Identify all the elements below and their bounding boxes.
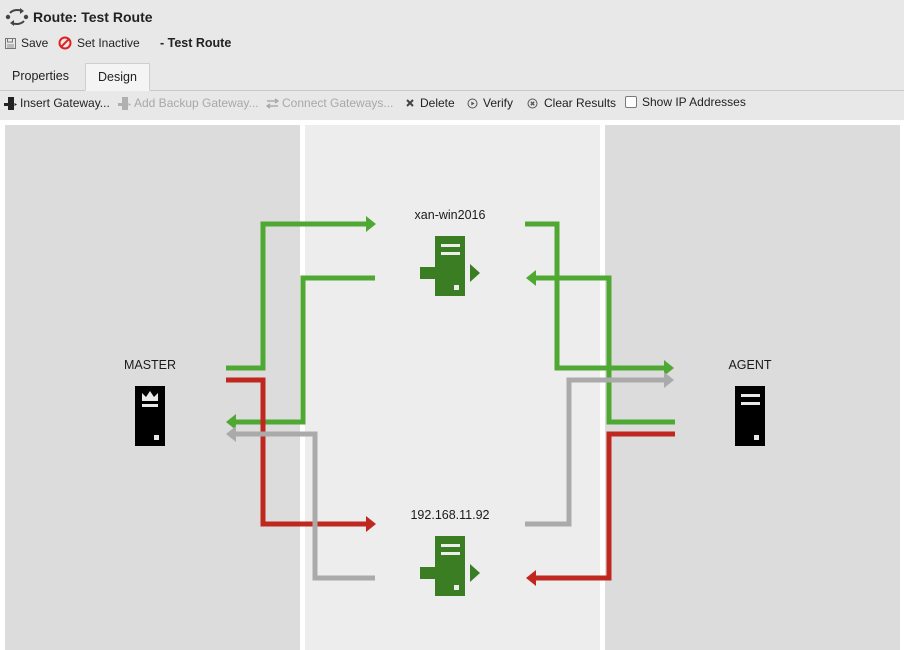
gateway-label: xan-win2016 [414,208,486,222]
route-cycle-icon [5,8,29,26]
add-backup-gateway-label: Add Backup Gateway... [134,96,259,110]
show-ip-addresses-checkbox[interactable]: Show IP Addresses [625,95,746,109]
connection-line [226,221,368,371]
design-toolbar: Insert Gateway... Add Backup Gateway... … [0,91,904,117]
master-label: MASTER [123,358,177,372]
verify-button[interactable]: Verify [467,96,513,110]
arrow-head [366,516,376,532]
insert-gateway-button[interactable]: Insert Gateway... [4,96,110,110]
set-inactive-label: Set Inactive [77,36,140,50]
arrow-head [664,372,674,388]
action-bar: Save Set Inactive - Test Route [0,34,904,56]
connection-gw1-to-master[interactable] [226,275,375,430]
route-subtitle: - Test Route [160,36,232,50]
connect-gateways-button[interactable]: Connect Gateways... [266,96,393,110]
set-inactive-button[interactable]: Set Inactive [58,36,140,50]
insert-gateway-label: Insert Gateway... [20,96,110,110]
gateway-node-xan-win2016[interactable] [420,236,480,296]
connect-gateways-label: Connect Gateways... [282,96,394,110]
connection-line [236,431,375,581]
gateway-label: 192.168.11.92 [410,508,490,522]
title-bar: Route: Test Route [0,0,904,34]
x-circle-icon [527,98,538,108]
route-connections [135,216,765,596]
agent-label: AGENT [728,358,772,372]
tab-design[interactable]: Design [85,63,150,91]
save-button[interactable]: Save [5,36,48,50]
arrow-head [526,270,536,286]
add-backup-gateway-button[interactable]: Add Backup Gateway... [118,96,259,110]
floppy-disk-icon [5,37,16,49]
swap-arrows-icon [266,97,279,109]
window-title: Route: Test Route [33,9,153,25]
clear-results-label: Clear Results [544,96,617,110]
delete-button[interactable]: Delete [405,96,455,110]
arrow-head [526,570,536,586]
x-mark-icon [406,99,414,107]
save-label: Save [21,36,49,50]
tab-properties[interactable]: Properties [0,63,81,89]
connection-line [525,221,665,371]
connection-line [236,275,375,425]
route-design-canvas: MASTER AGENT xan-win2016 192.168.11.92 [0,120,904,650]
gateway-node-192-168-11-92[interactable] [420,536,480,596]
connection-gw2-to-master[interactable] [226,426,375,581]
arrow-head [366,216,376,232]
connection-gw2-to-agent[interactable] [525,372,674,527]
connection-line [525,377,665,527]
prohibited-icon [58,36,72,50]
connection-line [226,377,368,527]
gateway-server-icon [4,96,17,110]
gateway-server-icon [118,96,131,110]
play-circle-icon [467,98,478,108]
show-ip-addresses-label: Show IP Addresses [642,95,746,109]
tab-bar: Properties Design [0,63,904,91]
master-node[interactable] [135,386,165,446]
connection-agent-to-gw2[interactable] [526,431,675,586]
verify-label: Verify [483,96,514,110]
connection-line [535,431,675,581]
arrow-head [226,426,236,442]
clear-results-button[interactable]: Clear Results [527,96,616,110]
checkbox-box[interactable] [625,96,637,108]
delete-label: Delete [420,96,455,110]
connection-agent-to-gw1[interactable] [526,270,675,425]
connection-gw1-to-agent[interactable] [525,221,674,376]
agent-node[interactable] [735,386,765,446]
